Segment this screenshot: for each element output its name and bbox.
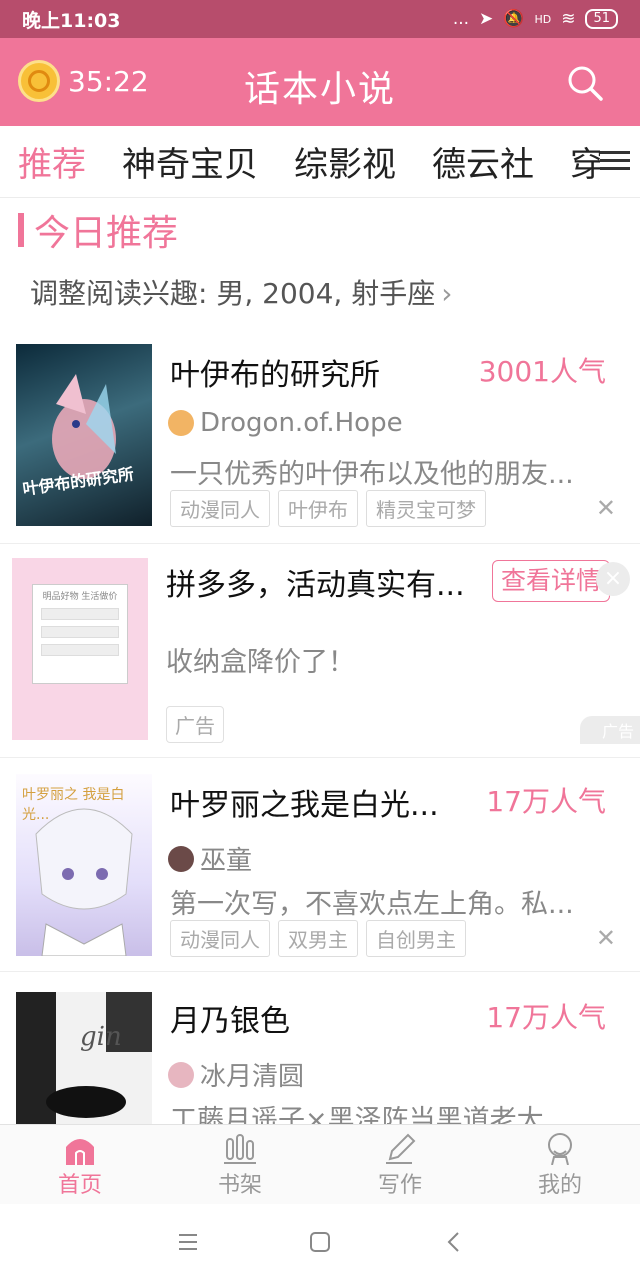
dismiss-icon[interactable]: ✕: [596, 494, 616, 522]
tab-chuan[interactable]: 穿: [570, 137, 604, 186]
pen-icon: [386, 1133, 416, 1164]
tag-list: 动漫同人 叶伊布 精灵宝可梦: [170, 490, 486, 527]
book-cover: gin: [16, 992, 152, 1124]
nav-label: 写作: [377, 1173, 422, 1198]
nav-label: 首页: [57, 1173, 102, 1198]
author: Drogon.of.Hope: [168, 408, 403, 438]
book-card[interactable]: gin 月乃银色 17万人气 冰月清圆 工藤月遥子×黑泽阵当黑道老大...: [0, 972, 640, 1124]
wifi-icon: ≋: [561, 9, 576, 29]
nav-label: 我的: [537, 1173, 582, 1198]
menu-icon[interactable]: [176, 1230, 200, 1254]
nav-profile[interactable]: 我的: [480, 1125, 640, 1204]
more-dots: ...: [452, 9, 470, 29]
category-tabs: 推荐 神奇宝贝 综影视 德云社 穿: [0, 126, 640, 198]
ad-image: 明品好物 生活做价: [12, 558, 148, 740]
bookshelf-icon: [224, 1134, 256, 1164]
tag[interactable]: 精灵宝可梦: [366, 490, 486, 527]
reading-interest-link[interactable]: 调整阅读兴趣: 男, 2004, 射手座 ›: [30, 272, 452, 312]
ad-card[interactable]: 明品好物 生活做价 拼多多，活动真实有... 查看详情 × 收纳盒降价了！ 广告…: [0, 544, 640, 758]
ad-subtitle: 收纳盒降价了！: [166, 647, 355, 678]
back-icon[interactable]: [442, 1230, 466, 1254]
tag[interactable]: 双男主: [278, 920, 358, 957]
status-time: 晚上11:03: [22, 9, 121, 32]
status-bar: 晚上11:03 ... ➤ 🔕 HD ≋ 51: [0, 0, 640, 38]
popularity: 17万人气: [486, 1001, 606, 1034]
book-description: 第一次写，不喜欢点左上角。私...: [170, 889, 574, 920]
book-title: 叶伊布的研究所: [170, 358, 380, 393]
tab-menu-icon[interactable]: [600, 146, 630, 176]
ad-product-box: 明品好物 生活做价: [32, 584, 128, 684]
tab-deyunshe[interactable]: 德云社: [432, 137, 534, 186]
network-label: HD: [534, 12, 552, 26]
ad-tag: 广告: [166, 706, 224, 743]
tag-list: 动漫同人 双男主 自创男主: [170, 920, 466, 957]
tab-pokemon[interactable]: 神奇宝贝: [122, 137, 258, 186]
ad-title: 拼多多，活动真实有...: [166, 568, 465, 603]
location-icon: ➤: [479, 9, 494, 29]
chevron-right-icon: ›: [441, 277, 453, 310]
author-avatar: [168, 845, 194, 872]
popularity: 3001人气: [478, 355, 606, 388]
ad-product-text: 明品好物 生活做价: [42, 592, 118, 602]
tag[interactable]: 动漫同人: [170, 920, 270, 957]
home-square-icon[interactable]: [308, 1230, 332, 1254]
popularity: 17万人气: [486, 785, 606, 818]
tag[interactable]: 叶伊布: [278, 490, 358, 527]
ad-close-icon[interactable]: ×: [596, 562, 630, 596]
section-bar: [18, 213, 24, 247]
nav-home[interactable]: 首页: [0, 1125, 160, 1204]
tag[interactable]: 动漫同人: [170, 490, 270, 527]
author-name: Drogon.of.Hope: [200, 408, 403, 438]
author-name: 冰月清圆: [200, 1062, 305, 1092]
author-name: 巫童: [200, 846, 253, 876]
search-icon[interactable]: [566, 64, 604, 102]
ad-mark: 广告: [579, 716, 640, 744]
section-title-text: 今日推荐: [34, 213, 179, 254]
system-navigation-bar: [0, 1204, 640, 1280]
book-card[interactable]: 叶伊布的研究所 叶伊布的研究所 3001人气 Drogon.of.Hope 一只…: [0, 330, 640, 544]
bottom-navigation: 首页 书架 写作 我的: [0, 1124, 640, 1204]
book-title: 叶罗丽之我是白光...: [170, 788, 439, 823]
cover-title: gin: [80, 1022, 122, 1052]
book-description: 工藤月遥子×黑泽阵当黑道老大...: [170, 1105, 570, 1124]
nav-label: 书架: [217, 1173, 262, 1198]
nav-bookshelf[interactable]: 书架: [160, 1125, 320, 1204]
tab-recommend[interactable]: 推荐: [18, 137, 86, 186]
interest-text: 调整阅读兴趣: 男, 2004, 射手座: [30, 277, 436, 310]
tab-film[interactable]: 综影视: [294, 137, 396, 186]
status-indicators: ... ➤ 🔕 HD ≋ 51: [453, 9, 618, 29]
author: 巫童: [168, 840, 252, 877]
book-cover: 叶罗丽之 我是白光...: [16, 774, 152, 956]
home-icon: [66, 1139, 94, 1165]
book-title: 月乃银色: [170, 1004, 290, 1039]
dismiss-icon[interactable]: ✕: [596, 924, 616, 952]
cover-title: 叶罗丽之 我是白光...: [22, 787, 125, 823]
author: 冰月清圆: [168, 1056, 304, 1093]
book-description: 一只优秀的叶伊布以及他的朋友...: [170, 459, 574, 490]
tag[interactable]: 自创男主: [366, 920, 466, 957]
app-header: 35:22 话本小说: [0, 38, 640, 126]
book-cover: 叶伊布的研究所: [16, 344, 152, 526]
battery-icon: 51: [585, 9, 618, 29]
mute-icon: 🔕: [503, 9, 525, 29]
section-title: 今日推荐: [18, 204, 178, 256]
profile-icon: [548, 1133, 572, 1165]
app-title: 话本小说: [243, 69, 396, 110]
book-card[interactable]: 叶罗丽之 我是白光... 叶罗丽之我是白光... 17万人气 巫童 第一次写，不…: [0, 758, 640, 972]
author-avatar: [168, 1061, 194, 1088]
nav-write[interactable]: 写作: [320, 1125, 480, 1204]
view-details-button[interactable]: 查看详情: [492, 560, 610, 602]
author-avatar: [168, 410, 194, 436]
